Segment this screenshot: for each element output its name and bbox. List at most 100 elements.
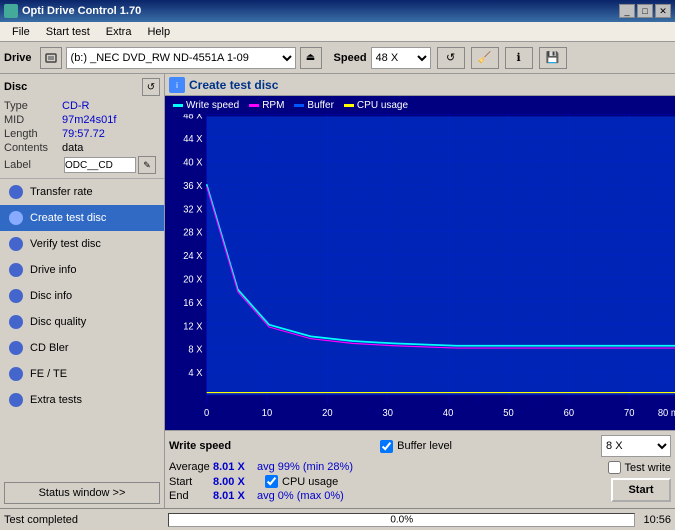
save-button[interactable]: 💾 <box>539 47 567 69</box>
test-write-checkbox[interactable] <box>608 461 621 474</box>
verify-test-icon <box>8 236 24 252</box>
minimize-button[interactable]: _ <box>619 4 635 18</box>
nav-fe-te[interactable]: FE / TE <box>0 361 164 387</box>
progress-bar: 0.0% <box>168 513 635 527</box>
cpu-usage-label: CPU usage <box>282 476 338 488</box>
speed-select[interactable]: 48 X <box>371 47 431 69</box>
extra-tests-icon <box>8 392 24 408</box>
disc-refresh-button[interactable]: ↺ <box>142 78 160 96</box>
svg-text:12 X: 12 X <box>183 321 203 333</box>
speed-label: Speed <box>334 52 367 64</box>
stats-average-value: 8.01 X <box>213 461 253 473</box>
info-button[interactable]: ℹ <box>505 47 533 69</box>
svg-text:i: i <box>176 81 178 90</box>
svg-text:10: 10 <box>262 408 273 420</box>
panel-header-icon: i <box>169 77 185 93</box>
disc-type-value: CD-R <box>62 100 90 112</box>
label-edit-button[interactable]: ✎ <box>138 156 156 174</box>
menu-help[interactable]: Help <box>139 24 178 40</box>
svg-text:4 X: 4 X <box>188 368 202 380</box>
disc-mid-row: MID 97m24s01f <box>4 114 160 126</box>
buffer-level-checkbox[interactable] <box>380 440 393 453</box>
panel-header: i Create test disc <box>165 74 675 96</box>
drive-select[interactable]: (b:) _NEC DVD_RW ND-4551A 1-09 <box>66 47 296 69</box>
disc-mid-value: 97m24s01f <box>62 114 116 126</box>
nav-verify-test-disc[interactable]: Verify test disc <box>0 231 164 257</box>
eject-button[interactable]: ⏏ <box>300 47 322 69</box>
legend-write-speed-color <box>173 104 183 107</box>
maximize-button[interactable]: □ <box>637 4 653 18</box>
drive-info-icon <box>8 262 24 278</box>
nav-disc-info[interactable]: Disc info <box>0 283 164 309</box>
buffer-level-label: Buffer level <box>397 440 452 452</box>
disc-contents-row: Contents data <box>4 142 160 154</box>
controls-row2: Average 8.01 X avg 99% (min 28%) Start 8… <box>169 461 671 504</box>
erase-button[interactable]: 🧹 <box>471 47 499 69</box>
cpu-usage-checkbox[interactable] <box>265 475 278 488</box>
disc-label-label: Label <box>4 159 62 171</box>
legend-buffer: Buffer <box>294 100 334 111</box>
svg-text:16 X: 16 X <box>183 297 203 309</box>
transfer-rate-icon <box>8 184 24 200</box>
status-time: 10:56 <box>643 514 671 526</box>
start-button[interactable]: Start <box>611 478 671 502</box>
nav-drive-info[interactable]: Drive info <box>0 257 164 283</box>
drive-label: Drive <box>4 52 32 64</box>
cpu-usage-row: CPU usage <box>265 475 338 488</box>
stats-start-row: Start 8.00 X CPU usage <box>169 475 592 488</box>
svg-text:80 min: 80 min <box>658 408 675 420</box>
svg-text:28 X: 28 X <box>183 227 203 239</box>
nav-section: Transfer rate Create test disc Verify te… <box>0 179 164 478</box>
svg-text:40: 40 <box>443 408 454 420</box>
drive-icon-btn <box>40 47 62 69</box>
nav-disc-quality[interactable]: Disc quality <box>0 309 164 335</box>
fe-te-icon <box>8 366 24 382</box>
disc-label-input[interactable] <box>64 157 136 173</box>
svg-text:36 X: 36 X <box>183 180 203 192</box>
left-panel: Disc ↺ Type CD-R MID 97m24s01f Length 79… <box>0 74 165 508</box>
titlebar-title: Opti Drive Control 1.70 <box>4 4 141 18</box>
svg-text:50: 50 <box>503 408 514 420</box>
menu-starttest[interactable]: Start test <box>38 24 98 40</box>
create-test-icon <box>8 210 24 226</box>
disc-contents-label: Contents <box>4 142 62 154</box>
nav-create-test-disc[interactable]: Create test disc <box>0 205 164 231</box>
svg-text:24 X: 24 X <box>183 251 203 263</box>
panel-title: Create test disc <box>189 78 278 92</box>
menu-extra[interactable]: Extra <box>98 24 140 40</box>
nav-extra-tests[interactable]: Extra tests <box>0 387 164 413</box>
refresh-button[interactable]: ↺ <box>437 47 465 69</box>
disc-length-row: Length 79:57.72 <box>4 128 160 140</box>
disc-contents-value: data <box>62 142 83 154</box>
menu-file[interactable]: File <box>4 24 38 40</box>
disc-label-row: Label ✎ <box>4 156 160 174</box>
svg-text:8 X: 8 X <box>188 344 202 356</box>
speed-select2[interactable]: 8 X <box>601 435 671 457</box>
nav-cd-bler[interactable]: CD Bler <box>0 335 164 361</box>
drivebar: Drive (b:) _NEC DVD_RW ND-4551A 1-09 ⏏ S… <box>0 42 675 74</box>
chart-area: 48 X 44 X 40 X 36 X 32 X 28 X 24 X 20 X … <box>165 114 675 430</box>
legend-buffer-color <box>294 104 304 107</box>
svg-text:32 X: 32 X <box>183 204 203 216</box>
disc-length-value: 79:57.72 <box>62 128 105 140</box>
stats-table: Average 8.01 X avg 99% (min 28%) Start 8… <box>169 461 592 504</box>
disc-length-label: Length <box>4 128 62 140</box>
legend-cpu-color <box>344 104 354 107</box>
main-content: Disc ↺ Type CD-R MID 97m24s01f Length 79… <box>0 74 675 508</box>
stats-end-value: 8.01 X <box>213 490 253 502</box>
svg-text:40 X: 40 X <box>183 157 203 169</box>
svg-text:70: 70 <box>624 408 635 420</box>
chart-legend: Write speed RPM Buffer CPU usage <box>165 96 675 114</box>
titlebar: Opti Drive Control 1.70 _ □ ✕ <box>0 0 675 22</box>
legend-rpm-color <box>249 104 259 107</box>
stats-start-value: 8.00 X <box>213 476 253 488</box>
legend-rpm: RPM <box>249 100 284 111</box>
close-button[interactable]: ✕ <box>655 4 671 18</box>
status-text: Test completed <box>4 514 164 526</box>
svg-text:20: 20 <box>322 408 333 420</box>
bottom-controls: Write speed Buffer level 8 X Average 8.0… <box>165 430 675 508</box>
disc-mid-label: MID <box>4 114 62 126</box>
nav-transfer-rate[interactable]: Transfer rate <box>0 179 164 205</box>
stats-end-label: End <box>169 490 209 502</box>
status-window-button[interactable]: Status window >> <box>4 482 160 504</box>
